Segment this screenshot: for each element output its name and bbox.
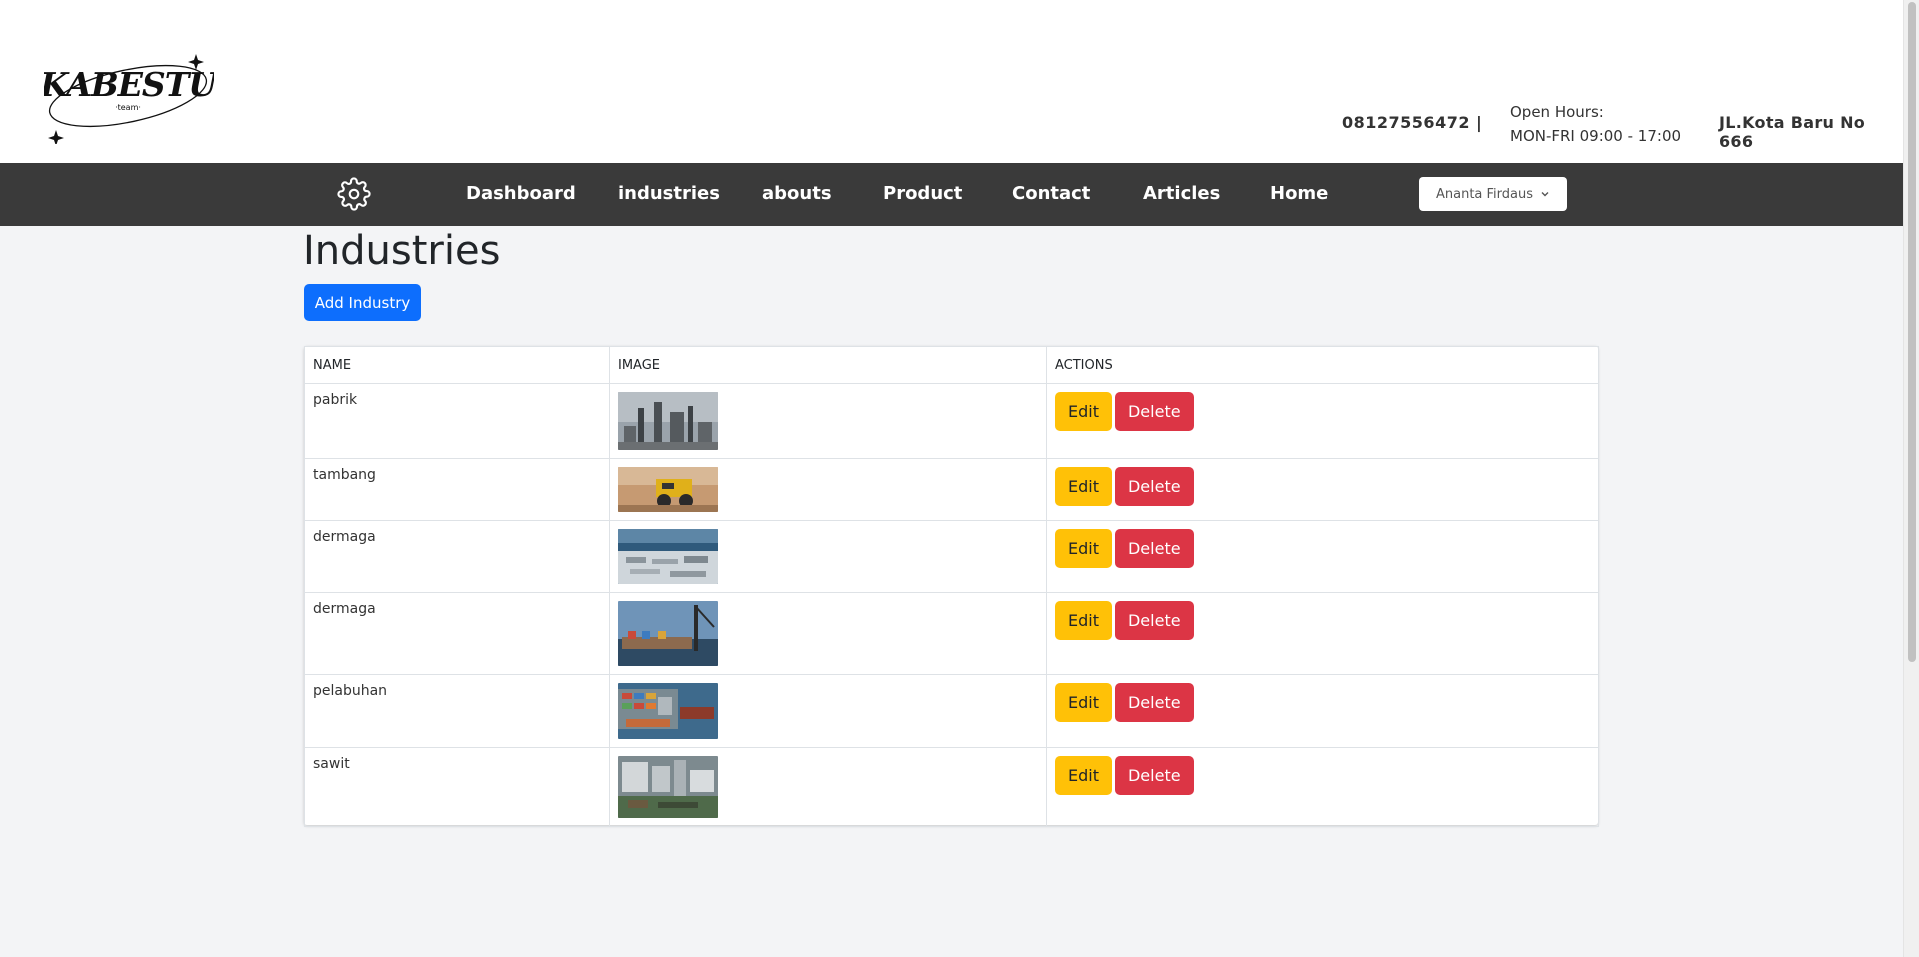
industries-table: NAME IMAGE ACTIONS pabrik Edit Delete ta… <box>304 346 1599 827</box>
table-row: pabrik Edit Delete <box>304 383 1599 459</box>
industry-name: sawit <box>304 747 610 827</box>
header-hours: Open Hours: MON-FRI 09:00 - 17:00 <box>1510 100 1681 148</box>
industry-image-cell <box>609 674 1047 748</box>
user-name: Ananta Firdaus <box>1435 186 1534 202</box>
edit-button[interactable]: Edit <box>1055 467 1112 506</box>
actions-cell: Edit Delete <box>1046 674 1599 748</box>
delete-button[interactable]: Delete <box>1114 467 1194 506</box>
nav-link-articles[interactable]: Articles <box>1143 183 1220 204</box>
industry-name: tambang <box>304 458 610 521</box>
hours-value: MON-FRI 09:00 - 17:00 <box>1510 127 1682 145</box>
header-address: JL.Kota Baru No 666 <box>1719 113 1866 151</box>
nav-link-abouts[interactable]: abouts <box>762 183 832 204</box>
industry-image-cell <box>609 520 1047 593</box>
edit-button[interactable]: Edit <box>1055 756 1112 795</box>
chevron-down-icon <box>1541 192 1549 197</box>
edit-button[interactable]: Edit <box>1055 601 1112 640</box>
port-aerial-photo <box>618 529 718 584</box>
industry-name: dermaga <box>304 592 610 675</box>
nav-link-contact[interactable]: Contact <box>1012 183 1090 204</box>
industry-name: pabrik <box>304 383 610 459</box>
header-phone: 08127556472 | <box>1342 113 1483 132</box>
column-header-image: IMAGE <box>609 346 1047 384</box>
table-row: tambang Edit Delete <box>304 458 1599 521</box>
actions-cell: Edit Delete <box>1046 520 1599 593</box>
edit-button[interactable]: Edit <box>1055 529 1112 568</box>
delete-button[interactable]: Delete <box>1114 683 1194 722</box>
table-row: sawit Edit Delete <box>304 747 1599 827</box>
add-industry-button[interactable]: Add Industry <box>304 284 421 321</box>
edit-button[interactable]: Edit <box>1055 392 1112 431</box>
industry-image-cell <box>609 458 1047 521</box>
industry-image-cell <box>609 383 1047 459</box>
mining-truck-photo <box>618 467 718 512</box>
delete-button[interactable]: Delete <box>1114 601 1194 640</box>
actions-cell: Edit Delete <box>1046 747 1599 827</box>
edit-button[interactable]: Edit <box>1055 683 1112 722</box>
top-header: KABESTU ·team· 08127556472 | Open Hours:… <box>0 0 1903 163</box>
industry-image-cell <box>609 747 1047 827</box>
page-title: Industries <box>303 228 501 274</box>
nav-link-industries[interactable]: industries <box>618 183 720 204</box>
nav-link-home[interactable]: Home <box>1270 183 1328 204</box>
actions-cell: Edit Delete <box>1046 592 1599 675</box>
actions-cell: Edit Delete <box>1046 383 1599 459</box>
main-navbar: Dashboard industries abouts Product Cont… <box>0 163 1903 226</box>
gear-icon[interactable] <box>337 177 371 211</box>
svg-text:·team·: ·team· <box>115 103 141 112</box>
industries-table-card: NAME IMAGE ACTIONS pabrik Edit Delete ta… <box>304 346 1599 827</box>
delete-button[interactable]: Delete <box>1114 756 1194 795</box>
page-scrollbar[interactable] <box>1903 0 1919 957</box>
nav-link-dashboard[interactable]: Dashboard <box>466 183 576 204</box>
nav-link-product[interactable]: Product <box>883 183 962 204</box>
industry-name: dermaga <box>304 520 610 593</box>
palm-oil-mill-photo <box>618 756 718 818</box>
hours-label: Open Hours: <box>1510 103 1604 121</box>
scrollbar-thumb[interactable] <box>1908 2 1916 662</box>
delete-button[interactable]: Delete <box>1114 392 1194 431</box>
dock-crane-photo <box>618 601 718 666</box>
industry-image-cell <box>609 592 1047 675</box>
table-header-row: NAME IMAGE ACTIONS <box>304 346 1599 384</box>
container-port-photo <box>618 683 718 739</box>
user-dropdown-button[interactable]: Ananta Firdaus <box>1419 177 1567 211</box>
column-header-name: NAME <box>304 346 610 384</box>
svg-text:KABESTU: KABESTU <box>44 65 214 104</box>
delete-button[interactable]: Delete <box>1114 529 1194 568</box>
factory-photo <box>618 392 718 450</box>
column-header-actions: ACTIONS <box>1046 346 1599 384</box>
actions-cell: Edit Delete <box>1046 458 1599 521</box>
company-logo[interactable]: KABESTU ·team· <box>39 50 220 146</box>
industry-name: pelabuhan <box>304 674 610 748</box>
table-row: dermaga Edit Delete <box>304 592 1599 675</box>
table-row: pelabuhan Edit Delete <box>304 674 1599 748</box>
table-row: dermaga Edit Delete <box>304 520 1599 593</box>
